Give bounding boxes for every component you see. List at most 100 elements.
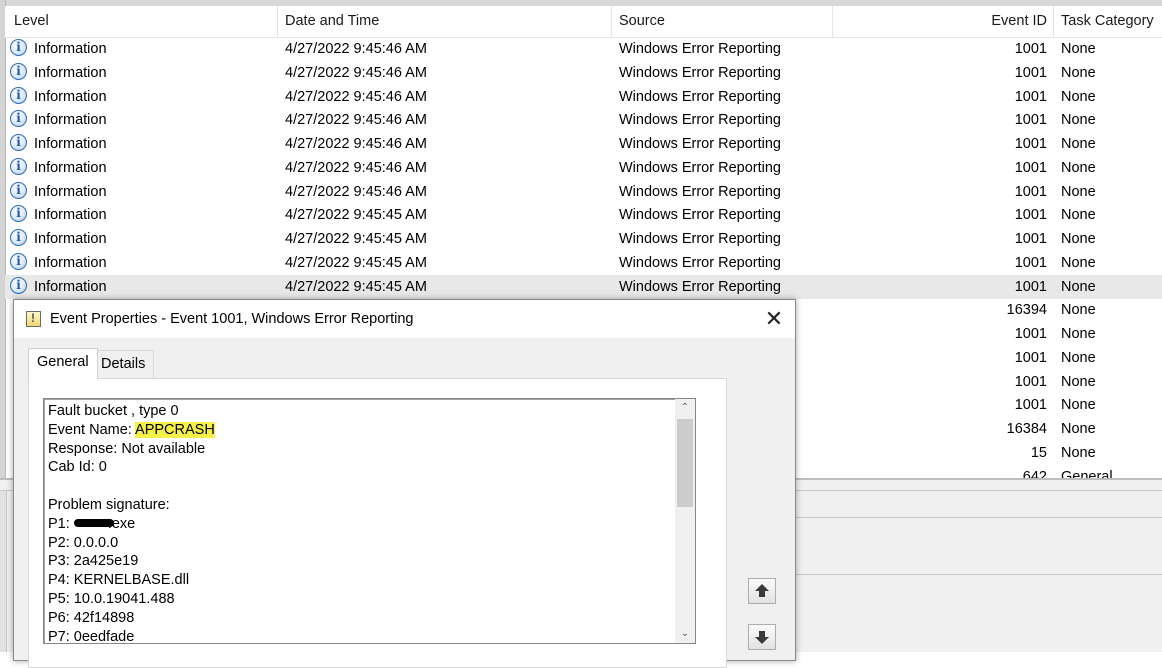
scrollbar-thumb[interactable] bbox=[677, 419, 693, 507]
description-text: Fault bucket , type 0 bbox=[48, 403, 179, 419]
event-row[interactable]: i Information 4/27/2022 9:45:46 AM Windows … bbox=[5, 180, 1162, 204]
previous-event-button[interactable] bbox=[748, 578, 776, 604]
event-source: Windows Error Reporting bbox=[619, 159, 781, 176]
description-line: P3: 2a425e19 bbox=[48, 552, 668, 571]
information-icon: i bbox=[10, 39, 27, 56]
description-text: P4: KERNELBASE.dll bbox=[48, 572, 190, 589]
frame-left bbox=[0, 491, 7, 652]
description-line: Response: Not available bbox=[48, 440, 668, 459]
information-icon: i bbox=[10, 62, 27, 80]
event-id: 1001 bbox=[1014, 254, 1047, 271]
column-header-row: Level Date and Time Source Event ID Task… bbox=[5, 6, 1162, 38]
event-id: 1001 bbox=[1014, 231, 1047, 247]
event-row[interactable]: i Information 4/27/2022 9:45:46 AM Windows … bbox=[5, 156, 1162, 180]
event-id: 15 bbox=[1030, 444, 1047, 461]
description-line: P6: 42f14898 bbox=[48, 609, 668, 628]
event-row[interactable]: i Information 4/27/2022 9:45:45 AM Windows … bbox=[5, 251, 1162, 275]
event-id: 1001 bbox=[1014, 207, 1047, 224]
event-date-time: 4/27/2022 9:45:45 AM bbox=[285, 254, 427, 271]
column-divider[interactable] bbox=[611, 6, 612, 37]
information-icon: i bbox=[10, 181, 27, 199]
divider bbox=[790, 574, 1162, 575]
column-header-event-id[interactable]: Event ID bbox=[840, 6, 1047, 37]
event-source: Windows Error Reporting bbox=[619, 254, 781, 271]
column-divider[interactable] bbox=[277, 6, 278, 37]
event-id: 1001 bbox=[1014, 88, 1047, 105]
description-text: P3: 2a425e19 bbox=[48, 553, 139, 570]
description-line: P4: KERNELBASE.dll bbox=[48, 571, 668, 590]
event-level: Information bbox=[34, 183, 107, 200]
event-level: Information bbox=[34, 254, 107, 271]
event-id: 1001 bbox=[1014, 373, 1047, 390]
vertical-scrollbar[interactable]: ⌃ ⌄ bbox=[675, 399, 695, 643]
event-row[interactable]: i Information 4/27/2022 9:45:46 AM Windows … bbox=[5, 61, 1162, 85]
event-row[interactable]: i Information 4/27/2022 9:45:45 AM Windows … bbox=[5, 203, 1162, 227]
event-row[interactable]: i Information 4/27/2022 9:45:46 AM Windows … bbox=[5, 85, 1162, 109]
event-date-time: 4/27/2022 9:45:46 AM bbox=[285, 112, 427, 129]
event-row[interactable]: i Information 4/27/2022 9:45:46 AM Windows … bbox=[5, 132, 1162, 156]
event-id: 1001 bbox=[1014, 183, 1047, 200]
event-level: Information bbox=[34, 136, 107, 152]
event-source: Windows Error Reporting bbox=[619, 64, 781, 81]
event-id: 1001 bbox=[1014, 349, 1047, 366]
column-header-source[interactable]: Source bbox=[619, 6, 665, 37]
event-source: Windows Error Reporting bbox=[619, 41, 781, 57]
scroll-down-arrow-icon[interactable]: ⌄ bbox=[675, 625, 695, 643]
event-task-category: None bbox=[1061, 326, 1096, 342]
tab-strip: General Details bbox=[14, 338, 795, 379]
event-task-category: None bbox=[1061, 231, 1096, 247]
column-header-level[interactable]: Level bbox=[14, 6, 49, 37]
information-icon: i bbox=[10, 157, 27, 175]
event-source: Windows Error Reporting bbox=[619, 231, 781, 247]
tab-details[interactable]: Details bbox=[93, 350, 155, 378]
column-divider[interactable] bbox=[832, 6, 833, 37]
column-divider[interactable] bbox=[1053, 6, 1054, 37]
event-source: Windows Error Reporting bbox=[619, 136, 781, 152]
information-icon: i bbox=[10, 110, 27, 128]
event-date-time: 4/27/2022 9:45:46 AM bbox=[285, 159, 427, 176]
event-task-category: None bbox=[1061, 207, 1096, 224]
arrow-up-icon-stem bbox=[759, 591, 765, 597]
description-text: P1: bbox=[48, 515, 74, 532]
next-event-button[interactable] bbox=[748, 624, 776, 650]
event-date-time: 4/27/2022 9:45:45 AM bbox=[285, 231, 427, 247]
event-row[interactable]: i Information 4/27/2022 9:45:45 AM Windows … bbox=[5, 227, 1162, 251]
event-id: 16384 bbox=[1006, 421, 1047, 437]
information-icon: i bbox=[10, 86, 27, 104]
information-icon: i bbox=[10, 134, 27, 151]
event-task-category: None bbox=[1061, 278, 1096, 295]
event-description-textbox[interactable]: Fault bucket , type 0 Event Name: APPCRAS… bbox=[43, 398, 696, 646]
dialog-titlebar[interactable]: Event Properties - Event 1001, Windows E… bbox=[14, 300, 795, 338]
event-level: Information bbox=[34, 88, 107, 105]
description-line bbox=[48, 477, 668, 496]
event-date-time: 4/27/2022 9:45:45 AM bbox=[285, 278, 427, 295]
event-date-time: 4/27/2022 9:45:46 AM bbox=[285, 136, 427, 152]
event-row[interactable]: i Information 4/27/2022 9:45:46 AM Windows … bbox=[5, 37, 1162, 61]
scroll-up-arrow-icon[interactable]: ⌃ bbox=[675, 399, 695, 417]
event-task-category: None bbox=[1061, 88, 1096, 105]
event-level: Information bbox=[34, 41, 107, 57]
event-source: Windows Error Reporting bbox=[619, 278, 781, 295]
event-level: Information bbox=[34, 278, 107, 295]
event-id: 1001 bbox=[1014, 112, 1047, 129]
event-id: 1001 bbox=[1014, 397, 1047, 414]
description-text: Problem signature: bbox=[48, 496, 170, 513]
description-line: P2: 0.0.0.0 bbox=[48, 534, 668, 553]
event-task-category: None bbox=[1061, 112, 1096, 129]
column-header-task-category[interactable]: Task Category bbox=[1061, 6, 1154, 37]
close-button[interactable]: ✕ bbox=[759, 304, 789, 334]
column-header-date-time[interactable]: Date and Time bbox=[285, 6, 379, 37]
event-source: Windows Error Reporting bbox=[619, 112, 781, 129]
event-task-category: None bbox=[1061, 421, 1096, 437]
close-icon: ✕ bbox=[764, 306, 784, 331]
event-row[interactable]: i Information 4/27/2022 9:45:45 AM Windows … bbox=[5, 274, 1162, 299]
event-level: Information bbox=[34, 64, 107, 81]
description-line: P7: 0eedfade bbox=[48, 628, 668, 647]
tab-general[interactable]: General bbox=[28, 348, 98, 379]
event-row[interactable]: i Information 4/27/2022 9:45:46 AM Windows … bbox=[5, 108, 1162, 132]
event-source: Windows Error Reporting bbox=[619, 207, 781, 224]
event-level: Information bbox=[34, 231, 107, 247]
event-task-category: None bbox=[1061, 136, 1096, 152]
description-text: Cab Id: 0 bbox=[48, 459, 107, 476]
event-description-text: Fault bucket , type 0 Event Name: APPCRAS… bbox=[48, 402, 668, 646]
